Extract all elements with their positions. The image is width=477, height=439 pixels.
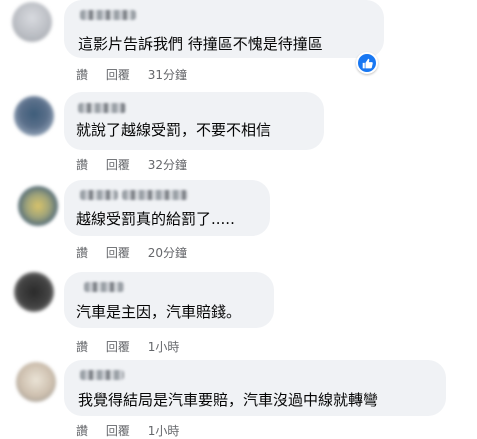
thumbs-up-icon: [362, 58, 373, 68]
timestamp[interactable]: 20分鐘: [148, 244, 187, 261]
avatar[interactable]: [12, 2, 52, 42]
comment-author[interactable]: [80, 10, 136, 20]
like-link[interactable]: 讚: [76, 66, 88, 83]
reply-link[interactable]: 回覆: [106, 244, 130, 261]
avatar[interactable]: [14, 272, 54, 312]
comment-item: 我覺得結局是汽車要賠，汽車沒過中線就轉彎 讚 回覆 1小時: [0, 358, 477, 438]
comment-text: 這影片告訴我們 待撞區不愧是待撞區: [78, 35, 323, 53]
like-reaction-icon[interactable]: [356, 52, 378, 74]
comment-bubble: 這影片告訴我們 待撞區不愧是待撞區: [64, 0, 384, 58]
like-link[interactable]: 讚: [76, 244, 88, 261]
comment-bubble: 越線受罰真的給罰了.....: [64, 180, 270, 236]
comment-text: 越線受罰真的給罰了.....: [76, 210, 235, 228]
reply-link[interactable]: 回覆: [106, 156, 130, 173]
comment-item: 越線受罰真的給罰了..... 讚 回覆 20分鐘: [0, 178, 477, 268]
comment-text: 我覺得結局是汽車要賠，汽車沒過中線就轉彎: [78, 391, 379, 409]
timestamp[interactable]: 31分鐘: [148, 66, 187, 83]
like-link[interactable]: 讚: [76, 422, 88, 439]
comment-author[interactable]: [84, 282, 124, 292]
comment-actions: 讚 回覆 1小時: [76, 422, 179, 439]
avatar[interactable]: [16, 362, 56, 402]
timestamp[interactable]: 1小時: [148, 422, 180, 439]
comment-author-extra: [122, 190, 188, 200]
comment-bubble: 就說了越線受罰，不要不相信: [64, 92, 324, 150]
timestamp[interactable]: 32分鐘: [148, 156, 187, 173]
reply-link[interactable]: 回覆: [106, 66, 130, 83]
comment-item: 這影片告訴我們 待撞區不愧是待撞區 讚 回覆 31分鐘: [0, 0, 477, 92]
comment-author[interactable]: [80, 370, 124, 380]
comment-actions: 讚 回覆 1小時: [76, 338, 179, 355]
reply-link[interactable]: 回覆: [106, 422, 130, 439]
like-link[interactable]: 讚: [76, 338, 88, 355]
comment-bubble: 我覺得結局是汽車要賠，汽車沒過中線就轉彎: [64, 360, 446, 416]
comment-actions: 讚 回覆 31分鐘: [76, 66, 187, 83]
comment-item: 就說了越線受罰，不要不相信 讚 回覆 32分鐘: [0, 92, 477, 178]
avatar[interactable]: [18, 186, 58, 226]
comment-text: 汽車是主因，汽車賠錢。: [76, 303, 242, 321]
avatar[interactable]: [14, 96, 54, 136]
comment-actions: 讚 回覆 32分鐘: [76, 156, 187, 173]
like-link[interactable]: 讚: [76, 156, 88, 173]
reply-link[interactable]: 回覆: [106, 338, 130, 355]
comment-text: 就說了越線受罰，不要不相信: [76, 121, 272, 139]
comment-bubble: 汽車是主因，汽車賠錢。: [64, 272, 274, 328]
comment-item: 汽車是主因，汽車賠錢。 讚 回覆 1小時: [0, 268, 477, 358]
comment-author[interactable]: [80, 190, 118, 200]
timestamp[interactable]: 1小時: [148, 338, 180, 355]
comment-author[interactable]: [78, 103, 126, 113]
comment-actions: 讚 回覆 20分鐘: [76, 244, 187, 261]
